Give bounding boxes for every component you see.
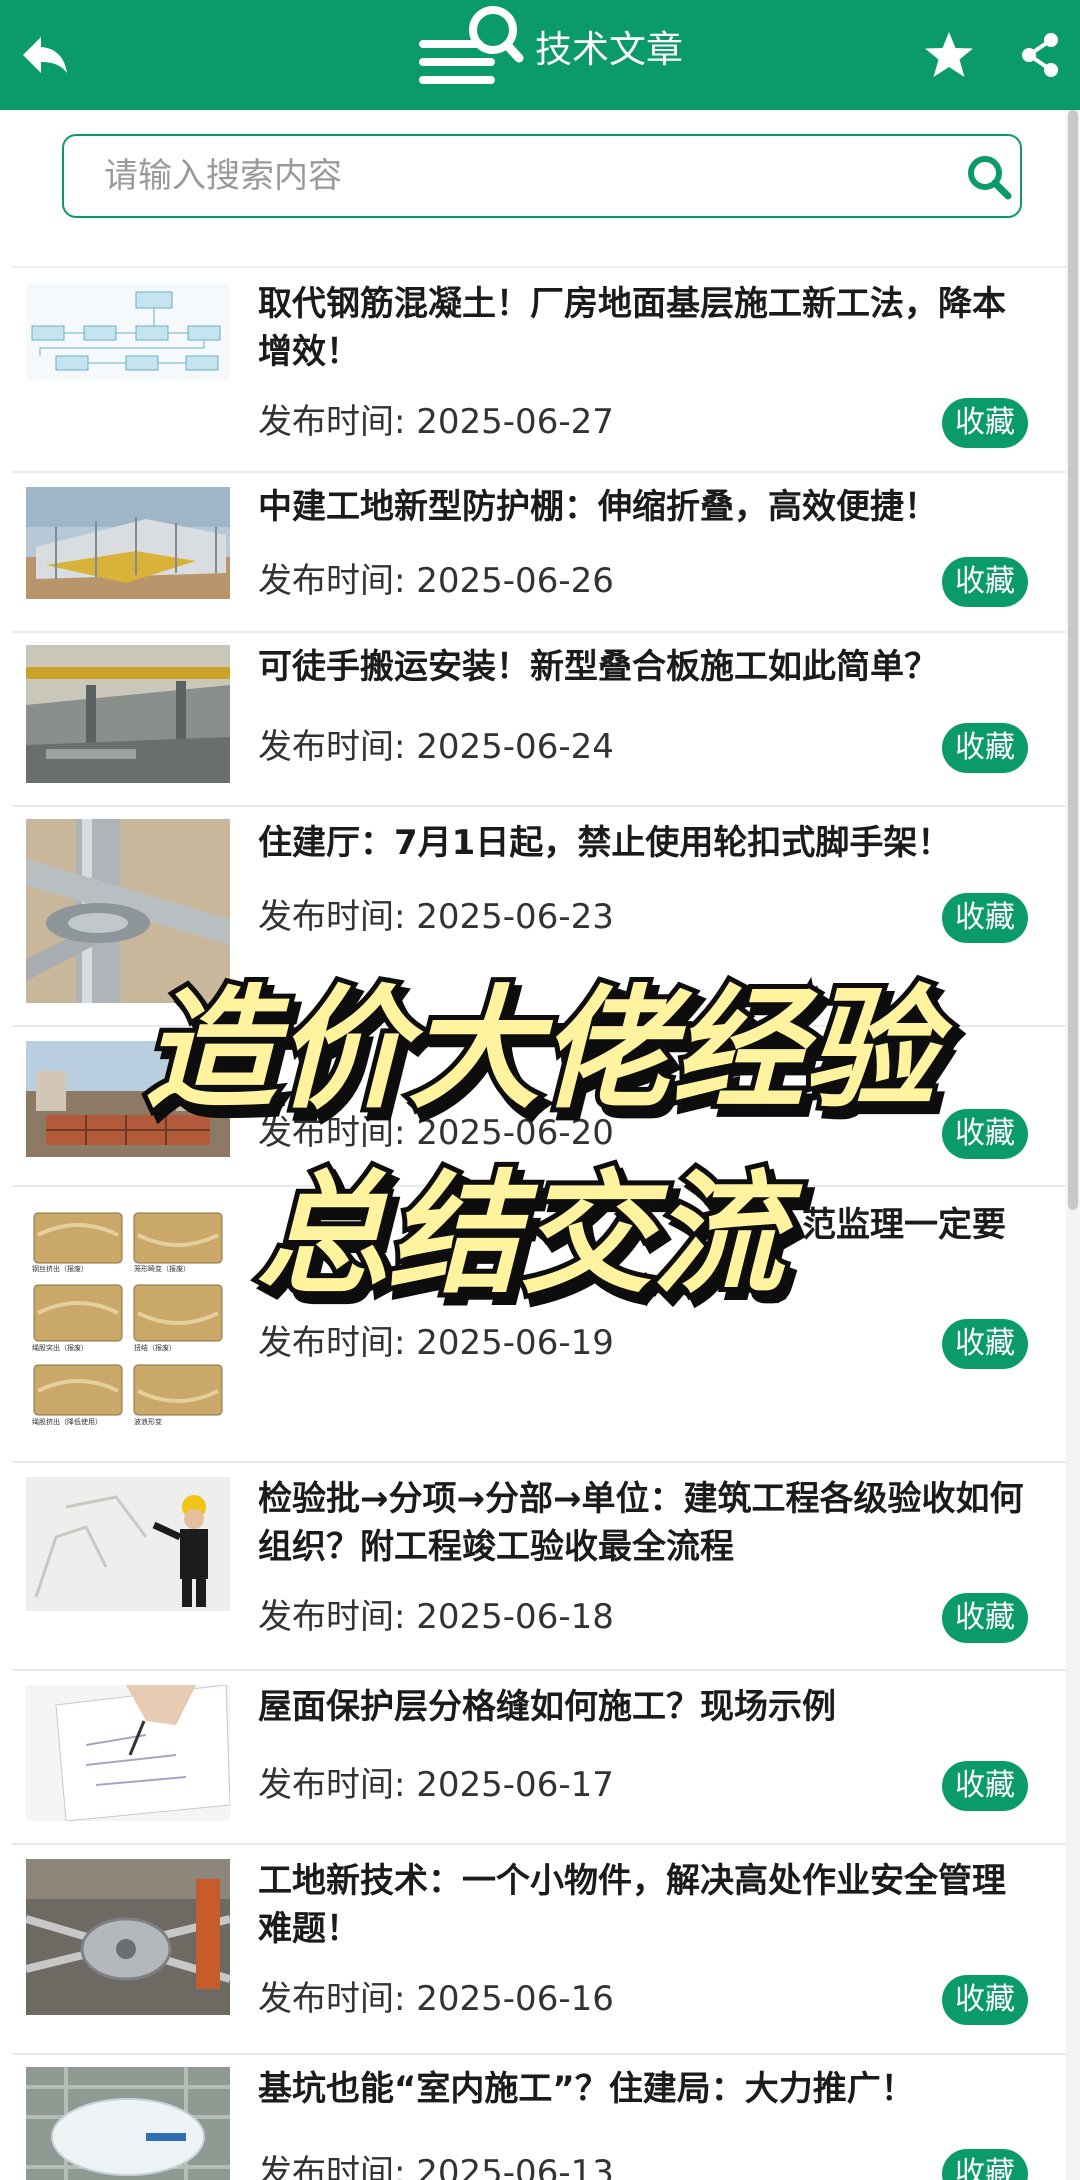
collect-button[interactable]: 收藏: [942, 398, 1028, 448]
collect-button[interactable]: 收藏: [942, 1593, 1028, 1643]
share-icon: [1022, 33, 1058, 77]
cable-clamp-image: [26, 1859, 230, 2015]
back-button[interactable]: [0, 0, 90, 110]
flowchart-image: [26, 284, 230, 380]
drawing-hand-image: [26, 1685, 230, 1821]
article-item[interactable]: 住建厅：7月1日起，禁止使用轮扣式脚手架！ 发布时间: 2025-06-23 收…: [12, 807, 1066, 1027]
wire-rope-caption: 绳股挤出（降低使用）: [32, 1418, 102, 1426]
article-title: 屋面保护层分格缝如何施工？现场示例: [258, 1687, 836, 1727]
article-thumbnail: [26, 819, 230, 1003]
article-item[interactable]: 钢丝挤出（报废） 笼形畸变（报废） 绳股突出（报废） 扭结（报废） 绳股挤出（降…: [12, 1187, 1066, 1463]
factory-interior-image: [26, 645, 230, 783]
article-date: 发布时间: 2025-06-16: [258, 1979, 614, 2019]
article-date: 发布时间: 2025-06-18: [258, 1597, 614, 1637]
wire-rope-caption: 波浪形变: [134, 1418, 162, 1426]
article-item[interactable]: 取代钢筋混凝土！厂房地面基层施工新工法，降本增效！ 发布时间: 2025-06-…: [12, 268, 1066, 473]
collect-button[interactable]: 收藏: [942, 1761, 1028, 1811]
article-item[interactable]: 基坑也能“室内施工”？住建局：大力推广！ 发布时间: 2025-06-13 收藏: [12, 2055, 1066, 2180]
page-title: 技术文章: [535, 28, 683, 71]
article-title: 中建工地新型防护棚：伸缩折叠，高效便捷！: [258, 487, 938, 527]
search-area: [12, 110, 1066, 268]
article-title: 住建厅：7月1日起，禁止使用轮扣式脚手架！: [258, 823, 952, 863]
article-thumbnail: [26, 1685, 230, 1821]
wire-rope-caption: 扭结（报废）: [134, 1344, 176, 1352]
article-title: 基坑也能“室内施工”？住建局：大力推广！: [258, 2069, 915, 2109]
foundation-pit-image: [26, 1041, 230, 1157]
search-button[interactable]: [964, 152, 1014, 202]
scaffold-joint-image: [26, 819, 230, 1003]
wire-rope-caption: 绳股突出（报废）: [32, 1344, 88, 1352]
wire-rope-caption: 笼形畸变（报废）: [134, 1265, 190, 1273]
article-list: 取代钢筋混凝土！厂房地面基层施工新工法，降本增效！ 发布时间: 2025-06-…: [12, 268, 1066, 2180]
article-title: 可徒手搬运安装！新型叠合板施工如此简单？: [258, 647, 938, 687]
search-box: [62, 134, 1022, 218]
article-date: 发布时间: 2025-06-13: [258, 2153, 614, 2180]
article-item[interactable]: 发布时间: 2025-06-20 收藏: [12, 1027, 1066, 1187]
star-icon: [925, 32, 973, 77]
dome-image: [26, 2067, 230, 2180]
article-date: 发布时间: 2025-06-17: [258, 1765, 614, 1805]
article-thumbnail: [26, 1041, 230, 1157]
article-date: 发布时间: 2025-06-19: [258, 1323, 614, 1363]
article-thumbnail: [26, 2067, 230, 2180]
collect-button[interactable]: 收藏: [942, 1109, 1028, 1159]
back-arrow-icon: [23, 37, 67, 73]
article-thumbnail: [26, 487, 230, 599]
article-date: 发布时间: 2025-06-20: [258, 1113, 614, 1153]
article-thumbnail: 钢丝挤出（报废） 笼形畸变（报废） 绳股突出（报废） 扭结（报废） 绳股挤出（降…: [26, 1205, 230, 1445]
collect-button[interactable]: 收藏: [942, 1975, 1028, 2025]
top-app-bar: 技术文章: [0, 0, 1080, 110]
article-item[interactable]: 中建工地新型防护棚：伸缩折叠，高效便捷！ 发布时间: 2025-06-26 收藏: [12, 473, 1066, 633]
scrollbar[interactable]: [1066, 110, 1080, 2180]
collect-button[interactable]: 收藏: [942, 723, 1028, 773]
engineer-image: [26, 1477, 230, 1611]
wire-rope-image: [26, 1205, 230, 1445]
collect-button[interactable]: 收藏: [942, 893, 1028, 943]
article-title: 工地新技术：一个小物件，解决高处作业安全管理难题！: [258, 1861, 1006, 1949]
favorite-button[interactable]: [910, 0, 988, 110]
article-item[interactable]: 可徒手搬运安装！新型叠合板施工如此简单？ 发布时间: 2025-06-24 收藏: [12, 633, 1066, 807]
collect-button[interactable]: 收藏: [942, 1319, 1028, 1369]
article-thumbnail: [26, 284, 230, 380]
collect-button[interactable]: 收藏: [942, 2149, 1028, 2180]
share-button[interactable]: [1000, 0, 1080, 110]
article-item[interactable]: 检验批→分项→分部→单位：建筑工程各级验收如何组织？附工程竣工验收最全流程 发布…: [12, 1463, 1066, 1671]
search-input[interactable]: [104, 148, 924, 204]
article-thumbnail: [26, 1859, 230, 2015]
article-thumbnail: [26, 1477, 230, 1611]
collect-button[interactable]: 收藏: [942, 557, 1028, 607]
article-item[interactable]: 屋面保护层分格缝如何施工？现场示例 发布时间: 2025-06-17 收藏: [12, 1671, 1066, 1845]
article-date: 发布时间: 2025-06-26: [258, 561, 614, 601]
article-date: 发布时间: 2025-06-24: [258, 727, 614, 767]
wire-rope-caption: 钢丝挤出（报废）: [32, 1265, 88, 1273]
app-screen: 技术文章 请输入搜索内容 取代钢筋混凝土！厂房地面基层施工新工法，降本增效！ 发…: [0, 0, 1080, 2180]
article-date: 发布时间: 2025-06-27: [258, 402, 614, 442]
search-icon: [968, 156, 1012, 200]
article-date: 发布时间: 2025-06-23: [258, 897, 614, 937]
article-item[interactable]: 工地新技术：一个小物件，解决高处作业安全管理难题！ 发布时间: 2025-06-…: [12, 1845, 1066, 2055]
article-thumbnail: [26, 645, 230, 783]
article-title: 检验批→分项→分部→单位：建筑工程各级验收如何组织？附工程竣工验收最全流程: [258, 1479, 1024, 1567]
site-shed-image: [26, 487, 230, 599]
article-search-icon: [419, 6, 524, 84]
scrollbar-thumb[interactable]: [1068, 110, 1078, 1210]
article-title-tail: 范监理一定要: [802, 1205, 1006, 1245]
article-title: 取代钢筋混凝土！厂房地面基层施工新工法，降本增效！: [258, 284, 1006, 372]
